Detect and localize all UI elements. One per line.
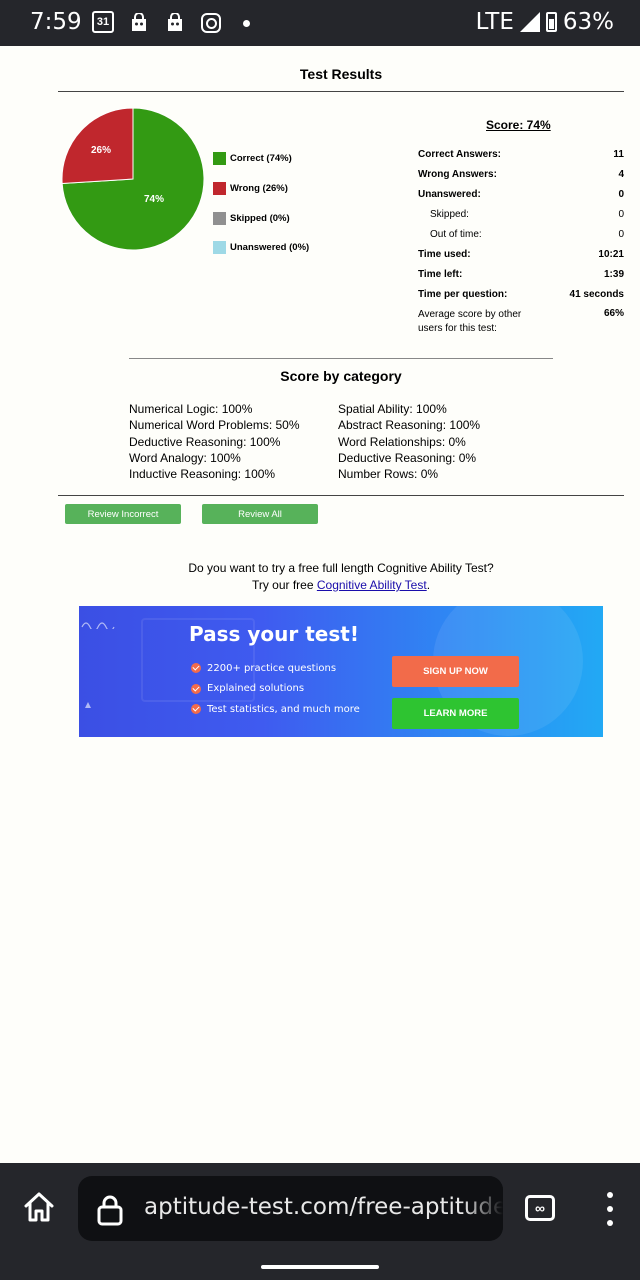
squiggle-icon xyxy=(81,622,115,629)
category-score: Number Rows: 0% xyxy=(338,467,439,482)
legend-item-skipped: Skipped (0%) xyxy=(213,203,309,233)
legend-swatch-unanswered xyxy=(213,241,226,255)
legend-label: Correct (74%) xyxy=(230,153,292,165)
category-score: Numerical Logic: 100% xyxy=(129,402,253,416)
signal-icon xyxy=(519,12,540,32)
clock: 7:59 xyxy=(30,9,82,35)
score-heading: Score: 74% xyxy=(486,118,551,132)
more-menu-icon[interactable] xyxy=(606,1192,614,1226)
pie-label-correct: 74% xyxy=(144,194,164,205)
legend-item-correct: Correct (74%) xyxy=(213,144,309,174)
banner-bullet: Explained solutions xyxy=(191,679,360,700)
lock-icon xyxy=(97,1195,123,1226)
home-icon[interactable] xyxy=(22,1190,56,1224)
category-list-right: Spatial Ability: 100% Abstract Reasoning… xyxy=(338,401,480,482)
pie-legend: Correct (74%) Wrong (26%) Skipped (0%) U… xyxy=(213,144,309,263)
stats-table: Correct Answers: 11 Wrong Answers: 4 Unans… xyxy=(418,144,624,336)
check-icon xyxy=(191,663,201,674)
promo-line: Try our free Cognitive Ability Test. xyxy=(251,578,431,592)
category-heading: Score by category xyxy=(280,368,402,384)
legend-item-wrong: Wrong (26%) xyxy=(213,174,309,204)
legend-swatch-skipped xyxy=(213,211,226,225)
network-type: LTE xyxy=(475,9,514,35)
stat-row-correct: Correct Answers: 11 xyxy=(418,148,624,160)
notification-dot-icon xyxy=(243,20,250,27)
category-score: Deductive Reasoning: 100% xyxy=(129,434,281,449)
banner-bullet: Test statistics, and much more xyxy=(191,699,360,720)
url-text: aptitude-test.com/free-aptitude-test xyxy=(144,1194,503,1220)
category-score: Inductive Reasoning: 100% xyxy=(129,467,276,482)
divider xyxy=(58,91,624,92)
learn-more-button[interactable]: LEARN MORE xyxy=(392,698,519,729)
system-indicators: LTE 63% xyxy=(476,9,614,35)
tab-switcher-icon[interactable]: ∞ xyxy=(525,1195,555,1221)
legend-swatch-wrong xyxy=(213,182,226,196)
banner-bullet: 2200+ practice questions xyxy=(191,658,360,679)
cognitive-ability-test-link[interactable]: Cognitive Ability Test xyxy=(317,578,427,592)
category-score: Word Analogy: 100% xyxy=(129,450,241,465)
stat-row-out-of-time: Out of time: 0 xyxy=(430,228,624,240)
legend-label: Unanswered (0%) xyxy=(230,242,310,254)
status-bar: 7:59 31 LTE 63% xyxy=(0,0,640,46)
banner-title: Pass your test! xyxy=(189,622,359,646)
banner-bullet-list: 2200+ practice questions Explained solut… xyxy=(191,658,360,720)
shopping-bag-icon xyxy=(166,11,184,35)
category-score: Word Relationships: 0% xyxy=(338,434,466,449)
calendar-icon: 31 xyxy=(92,11,114,33)
battery-level: 63% xyxy=(562,9,614,35)
stat-row-wrong: Wrong Answers: 4 xyxy=(418,168,624,180)
gesture-bar xyxy=(261,1265,379,1269)
results-pie-chart: 74% 26% xyxy=(61,107,205,251)
category-score: Abstract Reasoning: 100% xyxy=(338,418,481,433)
divider xyxy=(58,495,624,496)
sign-up-button[interactable]: SIGN UP NOW xyxy=(392,656,519,687)
legend-swatch-correct xyxy=(213,152,226,166)
legend-item-unanswered: Unanswered (0%) xyxy=(213,233,309,263)
shopping-bag-icon xyxy=(130,11,148,35)
category-score: Numerical Word Problems: 50% xyxy=(129,418,300,433)
stat-row-unanswered: Unanswered: 0 xyxy=(418,188,624,200)
promo-banner[interactable]: Pass your test! 2200+ practice questions… xyxy=(79,606,603,737)
instagram-icon xyxy=(201,13,221,33)
review-all-button[interactable]: Review All xyxy=(202,504,318,524)
promo-line: Do you want to try a free full length Co… xyxy=(188,561,494,575)
check-icon xyxy=(191,704,201,715)
legend-label: Skipped (0%) xyxy=(230,212,290,224)
url-fade xyxy=(463,1176,503,1241)
stat-row-time-used: Time used: 10:21 xyxy=(418,248,624,260)
stat-row-time-left: Time left: 1:39 xyxy=(418,268,624,280)
review-incorrect-button[interactable]: Review Incorrect xyxy=(65,504,181,524)
category-list-left: Numerical Logic: 100% Numerical Word Pro… xyxy=(129,401,300,482)
url-bar[interactable]: aptitude-test.com/free-aptitude-test xyxy=(78,1176,503,1241)
legend-label: Wrong (26%) xyxy=(230,183,288,195)
promo-text: Do you want to try a free full length Co… xyxy=(0,560,640,594)
check-icon xyxy=(191,683,201,694)
stat-row-time-per-question: Time per question: 41 seconds xyxy=(418,288,624,300)
battery-icon xyxy=(545,12,557,32)
divider xyxy=(129,358,553,359)
stat-row-skipped: Skipped: 0 xyxy=(430,208,624,220)
category-score: Deductive Reasoning: 0% xyxy=(338,450,477,465)
stat-row-average-score: Average score by other users for this te… xyxy=(418,308,624,334)
page-title: Test Results xyxy=(299,66,383,82)
triangle-icon xyxy=(85,702,91,708)
pie-label-wrong: 26% xyxy=(91,145,111,156)
category-score: Spatial Ability: 100% xyxy=(338,402,447,416)
